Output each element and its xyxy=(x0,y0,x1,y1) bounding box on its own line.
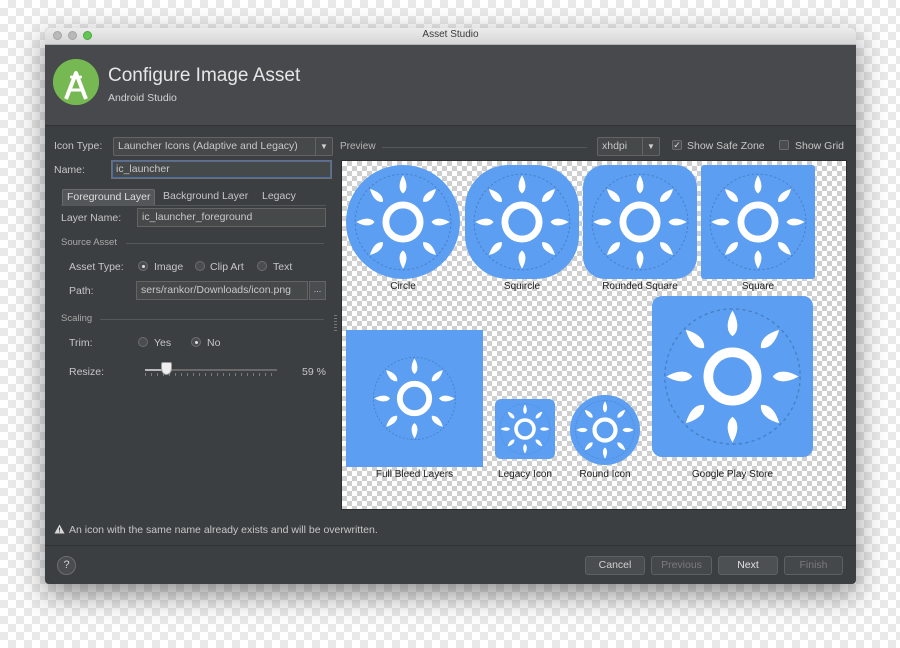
asset-type-clipart-radio[interactable] xyxy=(195,261,205,271)
circle-label: Circle xyxy=(390,281,416,292)
show-grid-checkbox[interactable] xyxy=(779,140,789,150)
previous-button[interactable]: Previous xyxy=(651,556,712,575)
show-safe-zone-label[interactable]: Show Safe Zone xyxy=(687,140,765,152)
tab-foreground-layer[interactable]: Foreground Layer xyxy=(62,189,156,206)
asset-type-image-label[interactable]: Image xyxy=(154,261,183,273)
title-bar: Asset Studio xyxy=(45,28,856,45)
tab-legacy[interactable]: Legacy xyxy=(258,189,300,204)
name-input[interactable]: ic_launcher xyxy=(111,160,332,179)
footer-divider xyxy=(45,545,856,546)
source-asset-divider xyxy=(126,243,324,244)
sun-glyph-icon xyxy=(499,403,551,455)
asset-type-clipart-label[interactable]: Clip Art xyxy=(210,261,244,273)
overwrite-warning-text: An icon with the same name already exist… xyxy=(69,524,378,536)
scaling-section-title: Scaling xyxy=(61,313,93,324)
sun-glyph-icon xyxy=(373,357,456,440)
preview-divider xyxy=(382,147,587,148)
browse-button[interactable]: ... xyxy=(309,281,326,300)
tab-background-layer[interactable]: Background Layer xyxy=(159,189,252,204)
density-value: xhdpi xyxy=(602,140,628,152)
panel-splitter-handle[interactable] xyxy=(334,315,337,331)
preview-label: Preview xyxy=(340,141,376,152)
source-asset-section-title: Source Asset xyxy=(61,237,117,248)
full-bleed-layers-label: Full Bleed Layers xyxy=(375,469,454,480)
layer-name-input[interactable]: ic_launcher_foreground xyxy=(137,208,326,227)
dialog-title: Configure Image Asset xyxy=(108,65,301,86)
rounded-square-icon xyxy=(583,165,697,279)
window-title: Asset Studio xyxy=(422,29,479,40)
path-label: Path: xyxy=(69,285,94,297)
layer-name-label: Layer Name: xyxy=(61,212,122,224)
icon-type-select[interactable]: Launcher Icons (Adaptive and Legacy) ▼ xyxy=(113,137,333,156)
trim-yes-label[interactable]: Yes xyxy=(154,337,171,349)
circle-icon xyxy=(346,165,460,279)
overwrite-warning: An icon with the same name already exist… xyxy=(54,524,378,536)
full-bleed-layers-icon xyxy=(346,330,483,467)
sun-glyph-icon xyxy=(664,308,801,445)
path-input[interactable]: sers/rankor/Downloads/icon.png xyxy=(136,281,308,300)
trim-yes-radio[interactable] xyxy=(138,337,148,347)
legacy-icon xyxy=(495,399,555,459)
density-select[interactable]: xhdpi ▼ xyxy=(597,137,660,156)
show-safe-zone-checkbox[interactable]: ✓ xyxy=(672,140,682,150)
asset-type-image-radio[interactable] xyxy=(138,261,148,271)
round-icon xyxy=(570,395,640,465)
chevron-down-icon: ▼ xyxy=(642,138,659,155)
sun-glyph-icon xyxy=(473,173,571,271)
asset-type-text-label[interactable]: Text xyxy=(273,261,292,273)
trim-no-label[interactable]: No xyxy=(207,337,220,349)
next-button[interactable]: Next xyxy=(718,556,778,575)
show-grid-label[interactable]: Show Grid xyxy=(795,140,844,152)
squircle-icon xyxy=(465,165,579,279)
icon-type-label: Icon Type: xyxy=(54,140,103,152)
resize-value: 59 % xyxy=(302,366,326,378)
dialog-subtitle: Android Studio xyxy=(108,92,177,104)
tab-divider xyxy=(61,205,326,206)
google-play-store-icon xyxy=(652,296,813,457)
round-icon-label: Round Icon xyxy=(579,469,631,480)
squircle-label: Squircle xyxy=(503,281,541,292)
sun-glyph-icon xyxy=(354,173,452,271)
trim-no-radio[interactable] xyxy=(191,337,201,347)
chevron-down-icon: ▼ xyxy=(315,138,332,155)
icon-type-value: Launcher Icons (Adaptive and Legacy) xyxy=(118,140,298,152)
sun-glyph-icon xyxy=(709,173,807,271)
google-play-store-label: Google Play Store xyxy=(691,469,774,480)
android-studio-logo-icon xyxy=(53,59,99,105)
sun-glyph-icon xyxy=(575,400,635,460)
name-label: Name: xyxy=(54,164,85,176)
square-icon xyxy=(701,165,815,279)
legacy-icon-label: Legacy Icon xyxy=(498,469,552,480)
asset-type-label: Asset Type: xyxy=(69,261,124,273)
cancel-button[interactable]: Cancel xyxy=(585,556,645,575)
asset-type-text-radio[interactable] xyxy=(257,261,267,271)
preview-canvas: Circle Squircle Rounded Square Square Fu… xyxy=(341,160,847,510)
resize-label: Resize: xyxy=(69,366,105,378)
scaling-divider xyxy=(100,319,324,320)
sun-glyph-icon xyxy=(591,173,689,271)
help-button[interactable]: ? xyxy=(57,556,76,575)
square-label: Square xyxy=(741,281,775,292)
dialog-header: Configure Image Asset Android Studio xyxy=(45,45,856,126)
finish-button[interactable]: Finish xyxy=(784,556,843,575)
trim-label: Trim: xyxy=(69,337,93,349)
warning-triangle-icon xyxy=(54,524,65,534)
rounded-square-label: Rounded Square xyxy=(602,281,678,292)
